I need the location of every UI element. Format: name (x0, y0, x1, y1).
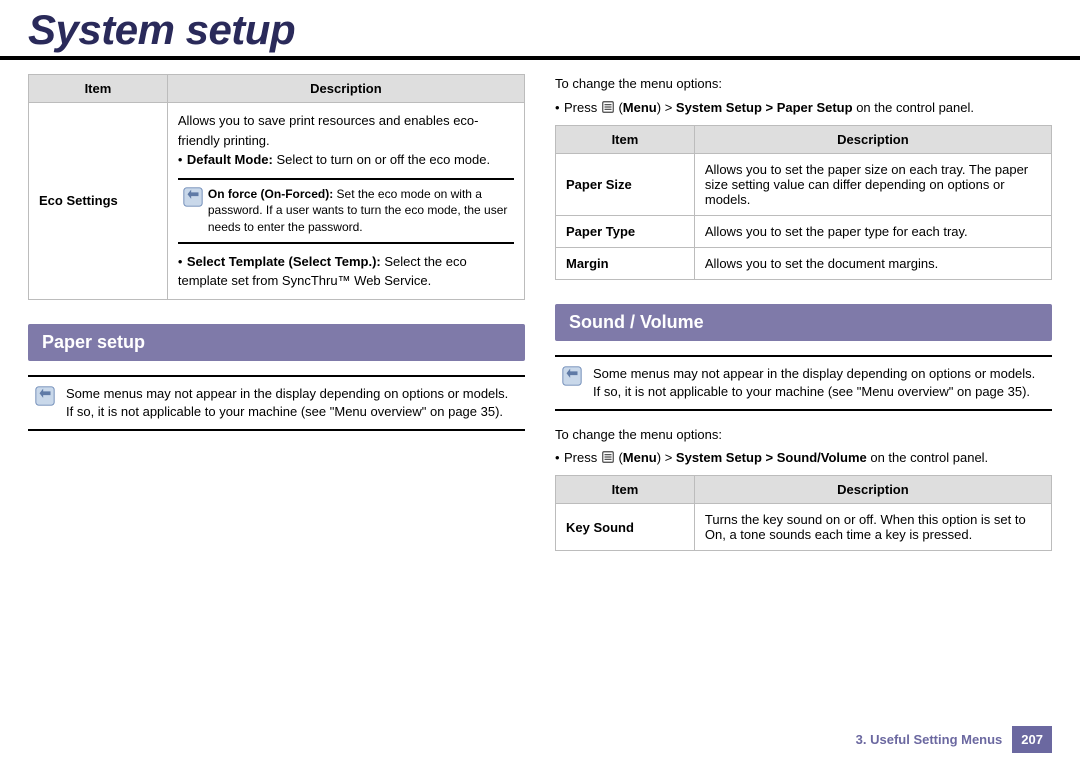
menu-icon (601, 450, 615, 464)
sound-path-prefix: Press (564, 450, 601, 465)
paper-path-gt: > (661, 100, 676, 115)
eco-desc-line1: Allows you to save print resources and e… (178, 111, 514, 150)
section-sound-volume: Sound / Volume (555, 304, 1052, 341)
paper-size-item: Paper Size (556, 153, 695, 215)
paper-path-prefix: Press (564, 100, 601, 115)
eco-inner-note: On force (On-Forced): Set the eco mode o… (178, 178, 514, 244)
table-header-desc: Description (167, 75, 524, 103)
title-underline (0, 56, 1080, 60)
paper-type-item: Paper Type (556, 215, 695, 247)
table-row: Key Sound Turns the key sound on or off.… (556, 504, 1052, 551)
key-sound-item: Key Sound (556, 504, 695, 551)
footer: 3. Useful Setting Menus 207 (856, 726, 1052, 753)
section-paper-setup: Paper setup (28, 324, 525, 361)
sound-path-menu: Menu (623, 450, 657, 465)
table-row: Paper Size Allows you to set the paper s… (556, 153, 1052, 215)
paper-type-desc: Allows you to set the paper type for eac… (694, 215, 1051, 247)
paper-path-end: on the control panel. (853, 100, 974, 115)
sound-path-gt: > (661, 450, 676, 465)
note-icon (34, 385, 56, 407)
paper-size-desc: Allows you to set the paper size on each… (694, 153, 1051, 215)
table-header-desc: Description (694, 125, 1051, 153)
sound-note-text: Some menus may not appear in the display… (593, 365, 1046, 401)
table-row: Paper Type Allows you to set the paper t… (556, 215, 1052, 247)
right-column: To change the menu options: • Press (Men… (555, 74, 1052, 551)
table-row: Margin Allows you to set the document ma… (556, 247, 1052, 279)
eco-item-cell: Eco Settings (29, 103, 168, 300)
page-number: 207 (1012, 726, 1052, 753)
margin-item: Margin (556, 247, 695, 279)
eco-note-label: On force (On-Forced): (208, 187, 333, 201)
sound-table: Item Description Key Sound Turns the key… (555, 475, 1052, 551)
sound-path-end: on the control panel. (867, 450, 988, 465)
paper-path-menu: Menu (623, 100, 657, 115)
paper-path-line: • Press (Menu) > System Setup > Paper Se… (555, 100, 1052, 115)
note-icon (182, 186, 200, 204)
margin-desc: Allows you to set the document margins. (694, 247, 1051, 279)
eco-bullet1-rest: Select to turn on or off the eco mode. (273, 152, 490, 167)
table-header-item: Item (556, 125, 695, 153)
paper-note-text: Some menus may not appear in the display… (66, 385, 519, 421)
table-header-item: Item (556, 476, 695, 504)
sound-path-bold: System Setup > Sound/Volume (676, 450, 867, 465)
eco-desc-cell: Allows you to save print resources and e… (167, 103, 524, 300)
menu-icon (601, 100, 615, 114)
eco-bullet-2: • Select Template (Select Temp.): Select… (178, 252, 514, 291)
eco-bullet1-label: Default Mode: (187, 152, 273, 167)
footer-chapter: 3. Useful Setting Menus (856, 732, 1003, 747)
paper-setup-table: Item Description Paper Size Allows you t… (555, 125, 1052, 280)
eco-settings-table: Item Description Eco Settings Allows you… (28, 74, 525, 300)
note-icon (561, 365, 583, 387)
key-sound-desc: Turns the key sound on or off. When this… (694, 504, 1051, 551)
eco-bullet-1: • Default Mode: Select to turn on or off… (178, 150, 514, 170)
left-column: Item Description Eco Settings Allows you… (28, 74, 525, 551)
sound-note-box: Some menus may not appear in the display… (555, 355, 1052, 411)
sound-intro: To change the menu options: (555, 425, 1052, 445)
sound-path-line: • Press (Menu) > System Setup > Sound/Vo… (555, 450, 1052, 465)
table-header-item: Item (29, 75, 168, 103)
page-title: System setup (28, 0, 1052, 54)
table-header-desc: Description (694, 476, 1051, 504)
paper-path-bold: System Setup > Paper Setup (676, 100, 853, 115)
eco-bullet2-label: Select Template (Select Temp.): (187, 254, 381, 269)
paper-intro: To change the menu options: (555, 74, 1052, 94)
paper-note-box: Some menus may not appear in the display… (28, 375, 525, 431)
